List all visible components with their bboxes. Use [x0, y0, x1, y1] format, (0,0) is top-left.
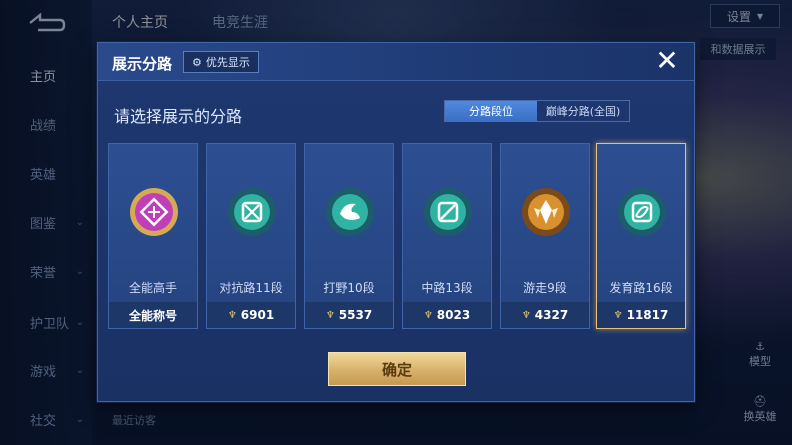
rank-mode-toggle: 分路段位 巅峰分路(全国) — [444, 100, 630, 122]
all-round-emblem-icon — [130, 188, 178, 236]
clash-lane-emblem-icon — [228, 188, 276, 236]
lane-card-clash[interactable]: 对抗路11段 ♆ 6901 — [206, 143, 296, 329]
card-footer: ♆ 6901 — [207, 302, 295, 328]
tab-peak-lane[interactable]: 巅峰分路(全国) — [537, 101, 629, 121]
rank-chevron-icon: ♆ — [227, 309, 237, 321]
rank-chevron-icon: ♆ — [325, 309, 335, 321]
dialog-title: 展示分路 — [112, 55, 173, 73]
jungle-emblem-icon — [326, 188, 374, 236]
lane-card-farm[interactable]: 发育路16段 ♆ 11817 — [596, 143, 686, 329]
confirm-button[interactable]: 确定 — [328, 352, 466, 386]
lane-card-all-round[interactable]: 全能高手 全能称号 — [108, 143, 198, 329]
card-footer: ♆ 4327 — [501, 302, 589, 328]
lane-card-roam[interactable]: 游走9段 ♆ 4327 — [500, 143, 590, 329]
card-footer: 全能称号 — [109, 302, 197, 328]
lane-card-mid[interactable]: 中路13段 ♆ 8023 — [402, 143, 492, 329]
gear-icon: ⚙ — [192, 55, 202, 69]
rank-chevron-icon: ♆ — [521, 309, 531, 321]
tab-lane-rank[interactable]: 分路段位 — [445, 101, 537, 121]
rank-chevron-icon: ♆ — [613, 309, 623, 321]
close-icon[interactable]: ✕ — [652, 47, 682, 77]
card-footer: ♆ 11817 — [597, 302, 685, 328]
rank-chevron-icon: ♆ — [423, 309, 433, 321]
lane-card-list: 全能高手 全能称号 对抗路11段 ♆ 6901 打野10段 ♆ 5537 中路1… — [108, 143, 686, 329]
select-lane-prompt: 请选择展示的分路 — [114, 107, 243, 126]
priority-display-button[interactable]: ⚙ 优先显示 — [183, 51, 259, 73]
card-footer: ♆ 5537 — [305, 302, 393, 328]
roam-emblem-icon — [522, 188, 570, 236]
mid-lane-emblem-icon — [424, 188, 472, 236]
lane-display-dialog: 展示分路 ⚙ 优先显示 ✕ 请选择展示的分路 分路段位 巅峰分路(全国) 全能高… — [97, 42, 695, 402]
dialog-header: 展示分路 ⚙ 优先显示 ✕ — [98, 43, 694, 81]
lane-card-jungle[interactable]: 打野10段 ♆ 5537 — [304, 143, 394, 329]
farm-lane-emblem-icon — [618, 188, 666, 236]
card-footer: ♆ 8023 — [403, 302, 491, 328]
